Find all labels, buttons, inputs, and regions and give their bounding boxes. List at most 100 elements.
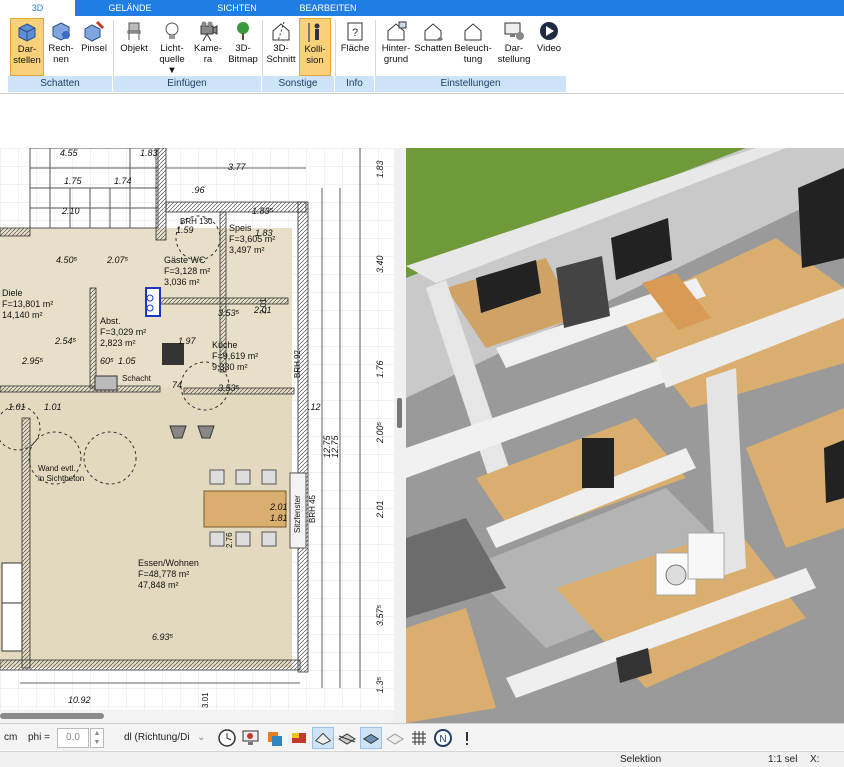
paint-icon[interactable]: [288, 727, 310, 749]
tab-bearbeiten[interactable]: BEARBEITEN: [296, 0, 360, 16]
tree-icon: [237, 22, 249, 40]
dim-label: 1.01: [8, 402, 26, 412]
dim-label: 1.76: [375, 360, 385, 378]
section-house-icon: [272, 21, 290, 42]
note-label: BRH 130: [180, 217, 213, 226]
view-iso-icon[interactable]: [336, 727, 358, 749]
kamera-label: Kame- ra: [194, 43, 222, 65]
ribbon-separator: [375, 20, 376, 76]
ribbon-separator: [113, 20, 114, 76]
bitmap-button[interactable]: 3D- Bitmap: [226, 18, 260, 76]
dim-label: 1.83: [140, 148, 158, 158]
view-splitter[interactable]: [394, 148, 406, 723]
north-icon[interactable]: N: [432, 727, 454, 749]
rechnen-label: Rech- nen: [48, 43, 74, 65]
flaeche-button[interactable]: ? Fläche: [338, 18, 372, 76]
group-label-info: Info: [335, 76, 375, 92]
pinsel-button[interactable]: Pinsel: [78, 18, 110, 76]
tab-sichten[interactable]: SICHTEN: [210, 0, 264, 16]
dim-label: 3.40: [375, 255, 385, 273]
dim-label: 2.54⁵: [54, 336, 77, 346]
status-bar: Selektion 1:1 sel X:: [0, 751, 844, 767]
phi-stepper[interactable]: ▲ ▼: [90, 728, 104, 748]
dim-label: 1.74: [114, 176, 132, 186]
lightbulb-icon: [165, 22, 179, 39]
video-button[interactable]: Video: [534, 18, 564, 76]
dim-label: 3.01: [201, 692, 210, 708]
kamera-button[interactable]: Kame- ra: [192, 18, 224, 76]
rechnen-button[interactable]: Rech- nen: [46, 18, 76, 76]
more-icon[interactable]: [456, 727, 478, 749]
grid-icon[interactable]: [408, 727, 430, 749]
darstellung-button[interactable]: Dar- stellung: [496, 18, 532, 76]
cube-icon: [18, 23, 36, 42]
tab-gelaende[interactable]: GELÄNDE: [104, 0, 156, 16]
lichtquelle-button[interactable]: Licht- quelle ▼: [154, 18, 190, 76]
dim-label: 1.59: [176, 225, 194, 235]
view-flat-icon[interactable]: [360, 727, 382, 749]
note-label: Schacht: [122, 374, 152, 383]
schatten-label: Schatten: [414, 43, 452, 54]
brush-cube-icon: [84, 20, 105, 42]
dim-label: 1.83: [375, 160, 385, 178]
view-top-icon[interactable]: [312, 727, 334, 749]
note-label: Wand evtl.: [38, 464, 76, 473]
group-label-sonstige: Sonstige: [262, 76, 335, 92]
dim-label: 1.75: [64, 176, 83, 186]
note-label: in Sichtbeton: [38, 474, 84, 483]
dim-label: 10.92: [68, 695, 91, 705]
hatch-icon[interactable]: [384, 727, 406, 749]
note-label: Sitzfenster: [293, 495, 302, 533]
chevron-down-icon[interactable]: ⌄: [197, 732, 205, 743]
monitor-camera-icon[interactable]: [240, 727, 262, 749]
chair-icon: [127, 22, 141, 40]
hintergrund-button[interactable]: Hinter- grund: [378, 18, 414, 76]
tab-3d[interactable]: 3D: [0, 0, 75, 16]
beleuchtung-button[interactable]: Beleuch- tung: [454, 18, 492, 76]
house-background-icon: [387, 21, 407, 41]
note-label: BRH 92: [293, 349, 302, 378]
dim-label: 1.3⁵: [375, 676, 385, 693]
3d-render[interactable]: [406, 148, 844, 723]
beleuchtung-label: Beleuch- tung: [454, 43, 492, 65]
layers-icon[interactable]: [264, 727, 286, 749]
group-label-schatten: Schatten: [8, 76, 113, 92]
splitter-grip[interactable]: [397, 398, 402, 428]
phi-input[interactable]: 0.0: [57, 728, 89, 748]
phi-label: phi =: [28, 732, 50, 743]
dim-label: 2.76: [225, 532, 234, 548]
flaeche-label: Fläche: [340, 43, 370, 54]
floor-plan-view[interactable]: Diele F=13,801 m² 14,140 m² Abst. F=3,029 m…: [0, 148, 394, 710]
house-light-icon: [464, 23, 482, 41]
objekt-button[interactable]: Objekt: [117, 18, 151, 76]
dim-label: .96: [192, 185, 205, 195]
schnitt-button[interactable]: 3D- Schnitt: [265, 18, 297, 76]
scrollbar-thumb[interactable]: [0, 713, 104, 719]
dim-label: 3.57⁵: [375, 604, 385, 626]
status-scale: 1:1 sel: [768, 754, 798, 765]
camera-icon: [200, 21, 218, 42]
play-icon: [540, 22, 558, 40]
dim-label: 1.01: [44, 402, 62, 412]
kollision-button[interactable]: Kolli- sion: [299, 18, 331, 76]
mode-select[interactable]: dl (Richtung/Di: [124, 732, 190, 743]
svg-text:?: ?: [352, 27, 358, 39]
schatten-button[interactable]: Schatten: [414, 18, 452, 76]
dim-label: 60⁵: [100, 356, 114, 366]
floor-plan-canvas[interactable]: Diele F=13,801 m² 14,140 m² Abst. F=3,029 m…: [0, 148, 394, 710]
dim-label: 3.77: [228, 162, 247, 172]
dim-label: 2.01: [375, 500, 385, 519]
dim-label: 74: [172, 380, 182, 390]
horizontal-scrollbar[interactable]: [0, 710, 394, 723]
house-shadow-icon: [424, 23, 443, 41]
clock-icon[interactable]: [216, 727, 238, 749]
app-window: 3D GELÄNDE SICHTEN BEARBEITEN Dar- stell…: [0, 0, 844, 767]
lichtquelle-label: Licht- quelle ▼: [159, 43, 185, 76]
menu-tab-bar: 3D GELÄNDE SICHTEN BEARBEITEN: [0, 0, 844, 16]
schnitt-label: 3D- Schnitt: [266, 43, 296, 65]
svg-text:N: N: [439, 734, 446, 745]
darstellen-button[interactable]: Dar- stellen: [10, 18, 44, 76]
dim-label: 2.00⁵: [375, 421, 385, 444]
view-3d[interactable]: [406, 148, 844, 723]
unit-label: cm: [4, 732, 18, 743]
